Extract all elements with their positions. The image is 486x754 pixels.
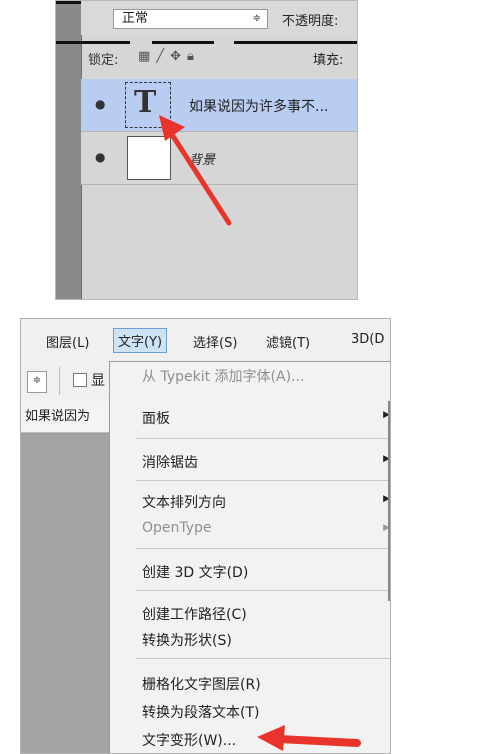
menu-item-create-work-path[interactable]: 创建工作路径(C) [142,604,247,624]
document-tab[interactable]: 如果说因为 [21,401,109,433]
type-dropdown-menu: 从 Typekit 添加字体(A)... 面板 ▶ 消除锯齿 ▶ 文本排列方向 … [109,361,390,753]
eye-icon[interactable]: ● [95,150,105,164]
red-arrow-annotation [257,725,361,751]
opacity-label: 不透明度: [282,14,339,29]
lock-row: 锁定: ▦╱✥🔒︎ 填充: 100 [81,45,357,73]
blend-mode-select[interactable]: 正常 ≑ [113,9,268,29]
menu-item-convert-to-shape[interactable]: 转换为形状(S) [142,630,232,650]
divider-left [56,41,130,44]
menu-filter[interactable]: 滤镜(T) [266,332,310,351]
divider-mid [152,41,214,44]
options-toolbar: ≑ 显 [21,361,109,401]
lock-label: 锁定: [88,53,119,68]
divider-right [234,41,357,44]
menu-item-create-3d-text[interactable]: 创建 3D 文字(D) [142,562,248,582]
select-arrows-icon: ≑ [252,13,261,24]
lock-move-icon[interactable]: ✥ [170,49,187,64]
layers-panel: 正常 ≑ 不透明度: 100 锁定: ▦╱✥🔒︎ 填充: 100 ● T 如果说… [55,0,358,300]
lock-brush-icon[interactable]: ╱ [156,49,170,64]
menu-item-rasterize[interactable]: 栅格化文字图层(R) [142,674,261,694]
menu-layer[interactable]: 图层(L) [46,332,89,351]
menu-screenshot: 图层(L) 文字(Y) 选择(S) 滤镜(T) 3D(D ≑ 显 如果说因为 从… [20,318,391,754]
menu-separator [136,590,390,591]
menu-item-orientation[interactable]: 文本排列方向 [142,492,226,512]
menu-separator [136,658,390,659]
menu-bar: 图层(L) 文字(Y) 选择(S) 滤镜(T) 3D(D [21,319,390,362]
panel-left-gutter [56,1,82,299]
option-select[interactable]: ≑ [27,371,47,393]
lock-transparent-icon[interactable]: ▦ [138,49,156,64]
eye-icon[interactable]: ● [95,97,105,111]
menu-select[interactable]: 选择(S) [193,332,237,351]
canvas-area [21,434,109,753]
scrollbar[interactable] [388,401,390,601]
option-checkbox[interactable] [73,373,87,387]
fill-label: 填充: [313,53,344,68]
lock-icons: ▦╱✥🔒︎ [138,49,200,64]
menu-type[interactable]: 文字(Y) [113,328,168,353]
menu-item-opentype: OpenType [142,520,212,536]
menu-separator [136,480,390,481]
blend-row: 正常 ≑ 不透明度: 100 [81,1,357,35]
menu-item-panel[interactable]: 面板 [142,408,170,428]
menu-item-antialias[interactable]: 消除锯齿 [142,452,198,472]
menu-separator [136,438,390,439]
menu-item-typekit: 从 Typekit 添加字体(A)... [142,369,305,385]
menu-item-warp-text[interactable]: 文字变形(W)... [142,730,236,750]
blend-mode-value: 正常 [122,11,149,26]
lock-all-icon[interactable]: 🔒︎ [187,49,200,64]
menu-separator [136,548,390,549]
red-arrow-annotation [159,115,232,226]
menu-item-convert-paragraph[interactable]: 转换为段落文本(T) [142,702,259,722]
option-checkbox-label: 显 [91,373,105,389]
toolbar-separator [59,367,60,395]
menu-3d[interactable]: 3D(D [351,332,384,347]
